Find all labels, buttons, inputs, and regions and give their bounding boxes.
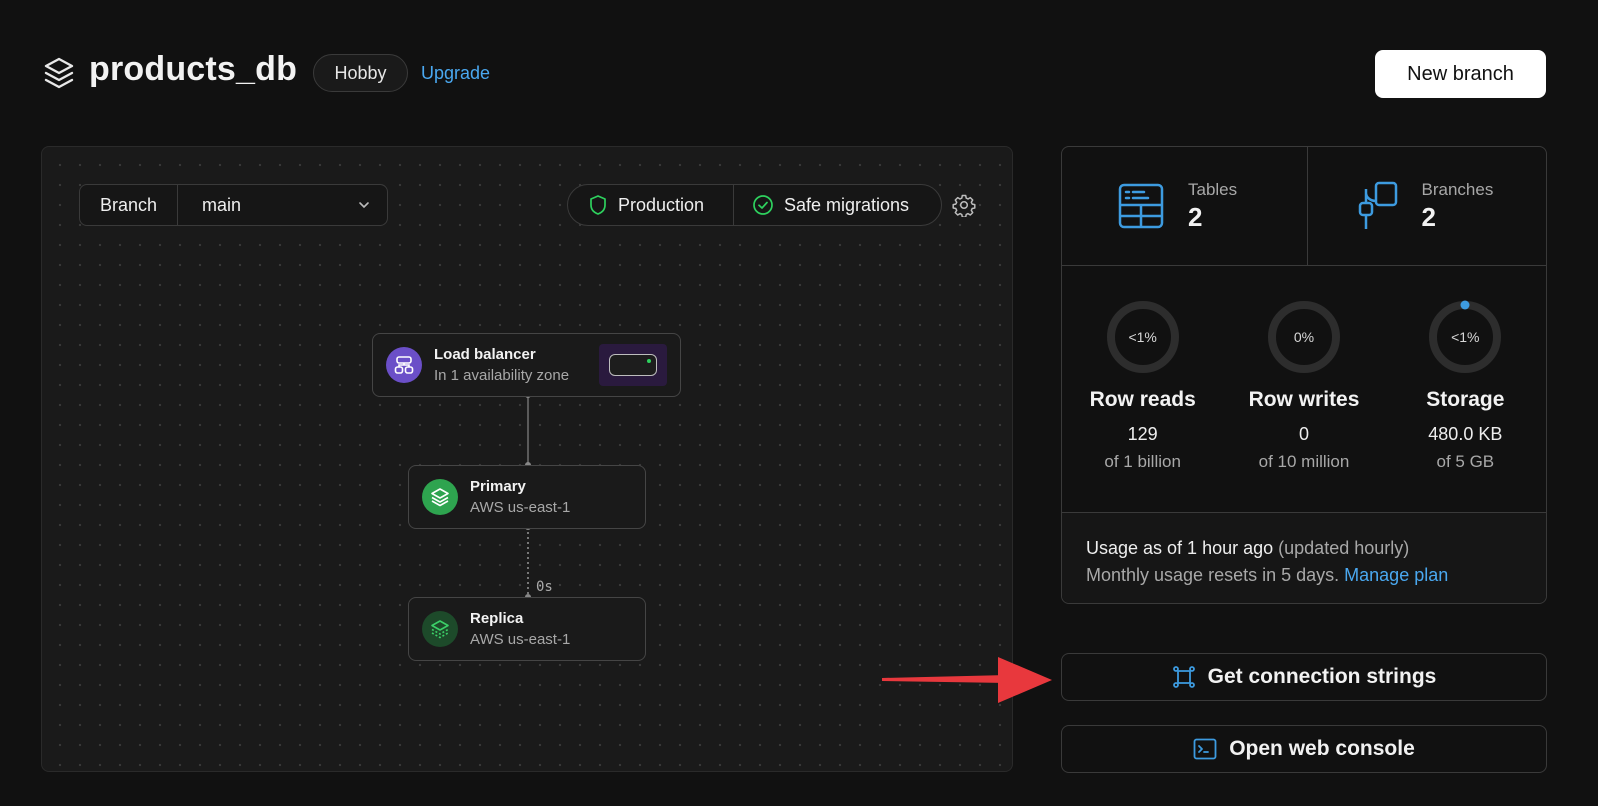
branch-selector-label: Branch xyxy=(80,185,178,225)
usage-gauge: 0% xyxy=(1267,300,1341,374)
branches-count: 2 xyxy=(1421,201,1436,232)
row-reads-metric: <1% Row reads 129 of 1 billion xyxy=(1062,300,1223,512)
replication-connector xyxy=(527,527,529,597)
production-label: Production xyxy=(618,194,705,215)
node-title: Load balancer xyxy=(434,346,536,363)
metric-limit: of 5 GB xyxy=(1436,452,1495,471)
new-branch-button[interactable]: New branch xyxy=(1375,50,1546,98)
usage-timestamp: Usage as of 1 hour ago xyxy=(1086,538,1274,558)
node-title: Replica xyxy=(470,610,524,627)
topology-canvas: Branch main Production Safe migrations 0… xyxy=(41,146,1013,772)
usage-note: Usage as of 1 hour ago (updated hourly) … xyxy=(1062,513,1546,603)
manage-plan-link[interactable]: Manage plan xyxy=(1344,565,1448,585)
branches-stat[interactable]: Branches 2 xyxy=(1306,147,1547,265)
annotation-arrow-icon xyxy=(882,657,1052,703)
gear-icon[interactable] xyxy=(952,193,976,217)
branch-status-pill: Production Safe migrations xyxy=(567,184,942,226)
replica-database-icon xyxy=(422,611,458,647)
node-subtitle: AWS us-east-1 xyxy=(470,631,571,648)
metric-used: 480.0 KB xyxy=(1428,424,1503,444)
gauge-percent: 0% xyxy=(1293,329,1315,345)
branch-selector[interactable]: Branch main xyxy=(79,184,388,226)
check-circle-icon xyxy=(753,195,773,215)
replication-lag-label: 0s xyxy=(536,579,553,595)
button-label: Get connection strings xyxy=(1207,665,1437,688)
shield-icon xyxy=(590,195,606,215)
load-balancer-icon xyxy=(386,347,422,383)
branch-selector-value[interactable]: main xyxy=(178,185,387,225)
page-title: products_db xyxy=(89,50,298,88)
metric-name: Storage xyxy=(1426,388,1505,411)
usage-gauge: <1% xyxy=(1106,300,1180,374)
load-balancer-node[interactable]: Load balancer In 1 availability zone xyxy=(372,333,681,397)
lb-primary-connector xyxy=(527,395,529,465)
metric-limit: of 10 million xyxy=(1258,452,1350,471)
row-writes-metric: 0% Row writes 0 of 10 million xyxy=(1223,300,1384,512)
usage-reset-note: Monthly usage resets in 5 days. xyxy=(1086,565,1340,585)
plan-badge: Hobby xyxy=(313,54,408,92)
open-web-console-button[interactable]: Open web console xyxy=(1061,725,1547,773)
safe-migrations-status[interactable]: Safe migrations xyxy=(734,185,941,225)
database-logo-icon xyxy=(44,57,74,89)
tables-stat[interactable]: Tables 2 xyxy=(1062,147,1307,265)
usage-gauge: <1% xyxy=(1428,300,1502,374)
metric-name: Row reads xyxy=(1089,388,1196,411)
upgrade-link[interactable]: Upgrade xyxy=(421,63,490,84)
safe-migrations-label: Safe migrations xyxy=(784,194,910,215)
replica-node[interactable]: Replica AWS us-east-1 xyxy=(408,597,646,661)
button-label: Open web console xyxy=(1229,737,1415,760)
metric-name: Row writes xyxy=(1248,388,1360,411)
terminal-icon xyxy=(1193,738,1217,760)
node-subtitle: In 1 availability zone xyxy=(434,367,570,384)
usage-stats-panel: Tables 2 Branches 2 <1% Row reads 129 of… xyxy=(1061,146,1547,604)
tables-label: Tables xyxy=(1188,179,1238,199)
storage-metric: <1% Storage 480.0 KB of 5 GB xyxy=(1385,300,1546,512)
metric-used: 129 xyxy=(1127,424,1158,444)
connection-nodes-icon xyxy=(1172,666,1195,688)
primary-database-icon xyxy=(422,479,458,515)
get-connection-strings-button[interactable]: Get connection strings xyxy=(1061,653,1547,701)
server-chip-icon xyxy=(599,344,667,386)
usage-update-frequency: (updated hourly) xyxy=(1278,538,1410,558)
node-title: Primary xyxy=(470,478,526,495)
gauge-percent: <1% xyxy=(1451,329,1480,345)
branch-icon xyxy=(1358,181,1397,229)
branch-name: main xyxy=(202,194,242,215)
branches-label: Branches xyxy=(1421,179,1494,199)
table-icon xyxy=(1118,183,1164,229)
chevron-down-icon xyxy=(359,202,369,209)
node-subtitle: AWS us-east-1 xyxy=(470,499,571,516)
metric-used: 0 xyxy=(1298,424,1309,444)
metric-limit: of 1 billion xyxy=(1104,452,1181,471)
gauge-percent: <1% xyxy=(1128,329,1157,345)
primary-node[interactable]: Primary AWS us-east-1 xyxy=(408,465,646,529)
production-status[interactable]: Production xyxy=(568,185,734,225)
tables-count: 2 xyxy=(1188,201,1203,232)
